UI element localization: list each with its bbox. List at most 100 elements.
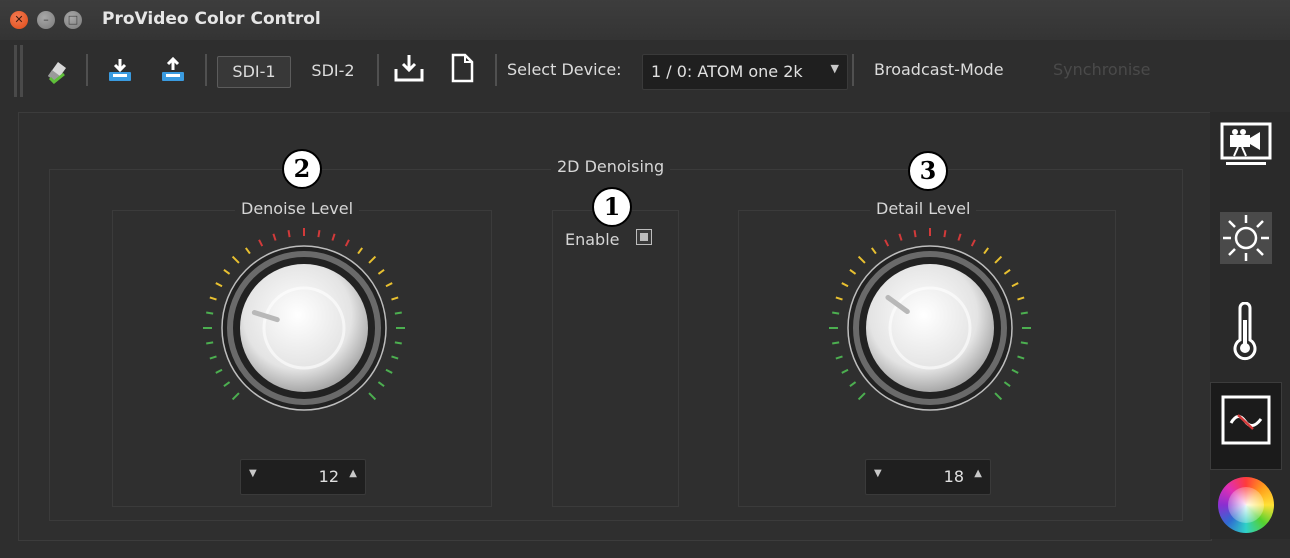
knob-tick [832,311,840,315]
knob-tick [1003,381,1011,387]
download-tray-icon[interactable] [106,56,134,84]
knob-tick [835,355,843,360]
denoise-level-spinbox[interactable]: ▼ 12 ▲ [240,459,366,495]
annotation-badge-2: 2 [282,149,322,189]
knob-tick [368,255,377,264]
knob-tick [835,296,843,301]
toolbar-separator [495,54,497,86]
device-select[interactable]: 1 / 0: ATOM one 2k ▼ [642,54,848,90]
toolbar-separator [852,54,854,86]
waveform-filter-icon [1221,395,1271,445]
knob-tick [377,269,385,275]
knob-tick [871,247,877,255]
knob-tick [970,239,976,247]
maximize-icon[interactable]: □ [64,11,82,29]
device-select-value: 1 / 0: ATOM one 2k [651,62,803,81]
upload-tray-icon[interactable] [159,56,187,84]
knob-tick [391,296,399,301]
knob-tick [394,311,402,315]
knob-tick [983,247,989,255]
synchronise-button[interactable]: Synchronise [1053,60,1150,79]
sidebar-item-camera[interactable] [1210,112,1280,198]
knob-tick [377,381,385,387]
knob-tick [344,239,350,247]
knob-tick [994,392,1003,401]
knob-tick [209,296,217,301]
sdi-1-button[interactable]: SDI-1 [217,56,291,88]
sdi-2-button[interactable]: SDI-2 [300,56,366,86]
spin-up-icon[interactable]: ▲ [974,468,982,479]
detail-level-knob[interactable] [820,228,1040,428]
enable-label: Enable [565,230,620,249]
knob-tick [943,230,947,238]
toolbar-separator [205,54,207,86]
knob-tick [1011,368,1019,374]
knob-tick [215,368,223,374]
sidebar-item-temperature[interactable] [1210,290,1280,376]
sidebar-item-color[interactable] [1210,472,1280,558]
knob-tick [849,381,857,387]
annotation-badge-1: 1 [592,187,632,227]
eraser-icon[interactable] [42,56,70,84]
camera-monitor-icon [1220,122,1272,165]
select-device-label: Select Device: [507,60,622,79]
broadcast-mode-button[interactable]: Broadcast-Mode [874,60,1004,79]
new-document-icon[interactable] [448,52,476,84]
knob-tick [1017,355,1025,360]
knob-tick [1017,296,1025,301]
window-title: ProVideo Color Control [102,9,321,29]
right-sidebar [1210,112,1290,539]
knob-tick [223,269,231,275]
denoise-level-knob[interactable] [194,228,414,428]
knob-tick [357,247,363,255]
spin-up-icon[interactable]: ▲ [349,468,357,479]
knob-tick [913,230,917,238]
knob-tick [272,233,277,241]
annotation-badge-3: 3 [908,151,948,191]
knob-tick [331,233,336,241]
main-panel: 2D Denoising Denoise Level 2 ▼ 12 ▲ 1 En… [18,112,1212,541]
knob-tick [841,368,849,374]
enable-checkbox[interactable] [636,229,652,245]
knob-tick [206,311,214,315]
spin-down-icon[interactable]: ▼ [249,468,257,479]
minimize-icon[interactable]: – [37,11,55,29]
sidebar-item-filter[interactable] [1210,382,1282,470]
save-download-icon[interactable] [393,52,425,84]
knob-tick [857,392,866,401]
knob-tick [849,269,857,275]
knob-tick [884,239,890,247]
knob-tick [994,255,1003,264]
spin-down-icon[interactable]: ▼ [874,468,882,479]
knob-tick [385,368,393,374]
thermometer-icon [1233,302,1257,361]
toolbar-grip-2[interactable] [20,45,23,97]
knob-tick [287,230,291,238]
toolbar: SDI-1 SDI-2 Select Device: 1 / 0: ATOM o… [0,40,1290,104]
denoise-level-value: 12 [318,467,339,486]
enable-frame [552,210,679,507]
knob-tick [391,355,399,360]
color-wheel-icon [1218,477,1274,533]
knob-tick [841,282,849,288]
knob-cap [866,264,994,392]
knob-tick [832,341,840,345]
knob-tick [1003,269,1011,275]
knob-tick [957,233,962,241]
toolbar-grip[interactable] [14,45,17,97]
toolbar-separator [86,54,88,86]
knob-tick [1020,311,1028,315]
toolbar-separator [377,54,379,86]
checkbox-indicator [640,233,648,241]
close-icon[interactable]: ✕ [10,11,28,29]
detail-level-spinbox[interactable]: ▼ 18 ▲ [865,459,991,495]
sidebar-item-brightness[interactable] [1210,202,1280,288]
knob-tick [1020,341,1028,345]
knob-tick [857,255,866,264]
knob-tick [223,381,231,387]
group-title: 2D Denoising [551,157,671,176]
knob-tick [209,355,217,360]
detail-level-value: 18 [943,467,964,486]
knob-tick [317,230,321,238]
knob-tick [898,233,903,241]
